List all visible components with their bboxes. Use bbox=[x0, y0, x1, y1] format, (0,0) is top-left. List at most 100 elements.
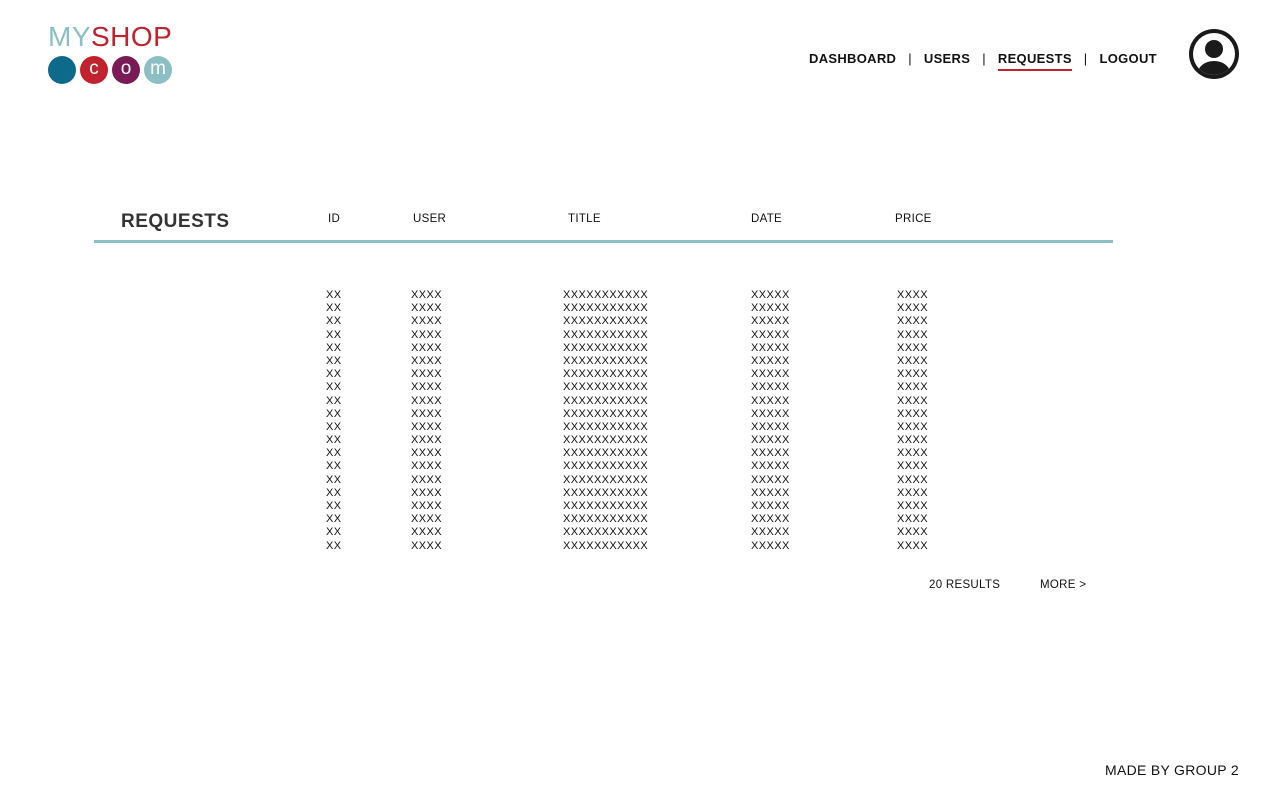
table-row[interactable]: XX XXXX XXXXXXXXXXX XXXXX XXXX bbox=[0, 355, 1280, 368]
cell-id: XX bbox=[326, 539, 342, 552]
cell-id: XX bbox=[326, 420, 342, 433]
logo-dot-c: c bbox=[80, 56, 108, 84]
nav-users[interactable]: USERS bbox=[924, 51, 970, 69]
table-row[interactable]: XX XXXX XXXXXXXXXXX XXXXX XXXX bbox=[0, 289, 1280, 302]
more-link[interactable]: MORE > bbox=[1040, 579, 1086, 591]
cell-price: XXXX bbox=[897, 341, 928, 354]
table-row[interactable]: XX XXXX XXXXXXXXXXX XXXXX XXXX bbox=[0, 408, 1280, 421]
table-row[interactable]: XX XXXX XXXXXXXXXXX XXXXX XXXX bbox=[0, 329, 1280, 342]
table-row[interactable]: XX XXXX XXXXXXXXXXX XXXXX XXXX bbox=[0, 421, 1280, 434]
cell-user: XXXX bbox=[411, 341, 442, 354]
cell-user: XXXX bbox=[411, 513, 442, 526]
table-row[interactable]: XX XXXX XXXXXXXXXXX XXXXX XXXX bbox=[0, 474, 1280, 487]
cell-title: XXXXXXXXXXX bbox=[563, 434, 649, 447]
cell-id: XX bbox=[326, 394, 342, 407]
footer-credit: MADE BY GROUP 2 bbox=[1105, 762, 1239, 778]
cell-user: XXXX bbox=[411, 368, 442, 381]
logo-dots: c o m bbox=[48, 56, 172, 84]
page-title: REQUESTS bbox=[121, 211, 230, 232]
cell-price: XXXX bbox=[897, 289, 928, 301]
cell-price: XXXX bbox=[897, 420, 928, 433]
table-row[interactable]: XX XXXX XXXXXXXXXXX XXXXX XXXX bbox=[0, 395, 1280, 408]
table-row[interactable]: XX XXXX XXXXXXXXXXX XXXXX XXXX bbox=[0, 368, 1280, 381]
column-header-date[interactable]: DATE bbox=[751, 213, 782, 225]
column-header-user[interactable]: USER bbox=[413, 213, 446, 225]
cell-user: XXXX bbox=[411, 500, 442, 512]
cell-title: XXXXXXXXXXX bbox=[563, 341, 649, 354]
nav-dashboard[interactable]: DASHBOARD bbox=[809, 51, 896, 69]
cell-id: XX bbox=[326, 486, 342, 499]
nav-requests[interactable]: REQUESTS bbox=[997, 51, 1072, 71]
cell-title: XXXXXXXXXXX bbox=[563, 315, 649, 328]
cell-price: XXXX bbox=[897, 473, 928, 486]
cell-user: XXXX bbox=[411, 394, 442, 407]
table-row[interactable]: XX XXXX XXXXXXXXXXX XXXXX XXXX bbox=[0, 540, 1280, 553]
cell-user: XXXX bbox=[411, 473, 442, 486]
myshop-logo[interactable]: MYSHOP c o m bbox=[48, 22, 178, 86]
nav-separator: | bbox=[982, 51, 986, 66]
table-row[interactable]: XX XXXX XXXXXXXXXXX XXXXX XXXX bbox=[0, 513, 1280, 526]
table-row[interactable]: XX XXXX XXXXXXXXXXX XXXXX XXXX bbox=[0, 526, 1280, 539]
cell-id: XX bbox=[326, 447, 342, 460]
cell-title: XXXXXXXXXXX bbox=[563, 500, 649, 512]
cell-price: XXXX bbox=[897, 460, 928, 473]
table-row[interactable]: XX XXXX XXXXXXXXXXX XXXXX XXXX bbox=[0, 447, 1280, 460]
table-row[interactable]: XX XXXX XXXXXXXXXXX XXXXX XXXX bbox=[0, 434, 1280, 447]
cell-title: XXXXXXXXXXX bbox=[563, 394, 649, 407]
nav-logout[interactable]: LOGOUT bbox=[1099, 51, 1156, 69]
table-row[interactable]: XX XXXX XXXXXXXXXXX XXXXX XXXX bbox=[0, 487, 1280, 500]
cell-user: XXXX bbox=[411, 447, 442, 460]
avatar-svg bbox=[1189, 29, 1239, 79]
cell-date: XXXXX bbox=[751, 315, 790, 328]
cell-title: XXXXXXXXXXX bbox=[563, 460, 649, 473]
column-header-price[interactable]: PRICE bbox=[895, 213, 932, 225]
cell-price: XXXX bbox=[897, 368, 928, 381]
cell-title: XXXXXXXXXXX bbox=[563, 328, 649, 341]
nav-separator: | bbox=[1083, 51, 1088, 66]
cell-date: XXXXX bbox=[751, 302, 790, 315]
column-header-title[interactable]: TITLE bbox=[568, 213, 601, 225]
cell-title: XXXXXXXXXXX bbox=[563, 539, 649, 552]
cell-title: XXXXXXXXXXX bbox=[563, 486, 649, 499]
cell-title: XXXXXXXXXXX bbox=[563, 354, 649, 367]
cell-date: XXXXX bbox=[751, 289, 790, 301]
cell-id: XX bbox=[326, 407, 342, 420]
cell-id: XX bbox=[326, 354, 342, 367]
cell-title: XXXXXXXXXXX bbox=[563, 289, 649, 301]
table-row[interactable]: XX XXXX XXXXXXXXXXX XXXXX XXXX bbox=[0, 460, 1280, 473]
cell-date: XXXXX bbox=[751, 381, 790, 394]
cell-price: XXXX bbox=[897, 513, 928, 526]
cell-user: XXXX bbox=[411, 460, 442, 473]
cell-id: XX bbox=[326, 434, 342, 447]
cell-price: XXXX bbox=[897, 526, 928, 539]
cell-user: XXXX bbox=[411, 420, 442, 433]
cell-title: XXXXXXXXXXX bbox=[563, 473, 649, 486]
table-row[interactable]: XX XXXX XXXXXXXXXXX XXXXX XXXX bbox=[0, 302, 1280, 315]
table-row[interactable]: XX XXXX XXXXXXXXXXX XXXXX XXXX bbox=[0, 342, 1280, 355]
logo-wordmark: MYSHOP bbox=[48, 22, 172, 52]
cell-user: XXXX bbox=[411, 434, 442, 447]
cell-user: XXXX bbox=[411, 526, 442, 539]
cell-price: XXXX bbox=[897, 328, 928, 341]
cell-id: XX bbox=[326, 302, 342, 315]
cell-user: XXXX bbox=[411, 539, 442, 552]
cell-date: XXXXX bbox=[751, 328, 790, 341]
cell-id: XX bbox=[326, 328, 342, 341]
cell-id: XX bbox=[326, 341, 342, 354]
cell-price: XXXX bbox=[897, 500, 928, 512]
cell-user: XXXX bbox=[411, 328, 442, 341]
table-row[interactable]: XX XXXX XXXXXXXXXXX XXXXX XXXX bbox=[0, 500, 1280, 513]
cell-user: XXXX bbox=[411, 407, 442, 420]
cell-user: XXXX bbox=[411, 289, 442, 301]
cell-date: XXXXX bbox=[751, 473, 790, 486]
column-header-id[interactable]: ID bbox=[328, 213, 340, 225]
cell-user: XXXX bbox=[411, 381, 442, 394]
cell-user: XXXX bbox=[411, 486, 442, 499]
cell-date: XXXXX bbox=[751, 434, 790, 447]
table-row[interactable]: XX XXXX XXXXXXXXXXX XXXXX XXXX bbox=[0, 381, 1280, 394]
table-row[interactable]: XX XXXX XXXXXXXXXXX XXXXX XXXX bbox=[0, 315, 1280, 328]
user-avatar-icon[interactable] bbox=[1189, 29, 1239, 79]
cell-date: XXXXX bbox=[751, 368, 790, 381]
cell-date: XXXXX bbox=[751, 500, 790, 512]
cell-date: XXXXX bbox=[751, 539, 790, 552]
